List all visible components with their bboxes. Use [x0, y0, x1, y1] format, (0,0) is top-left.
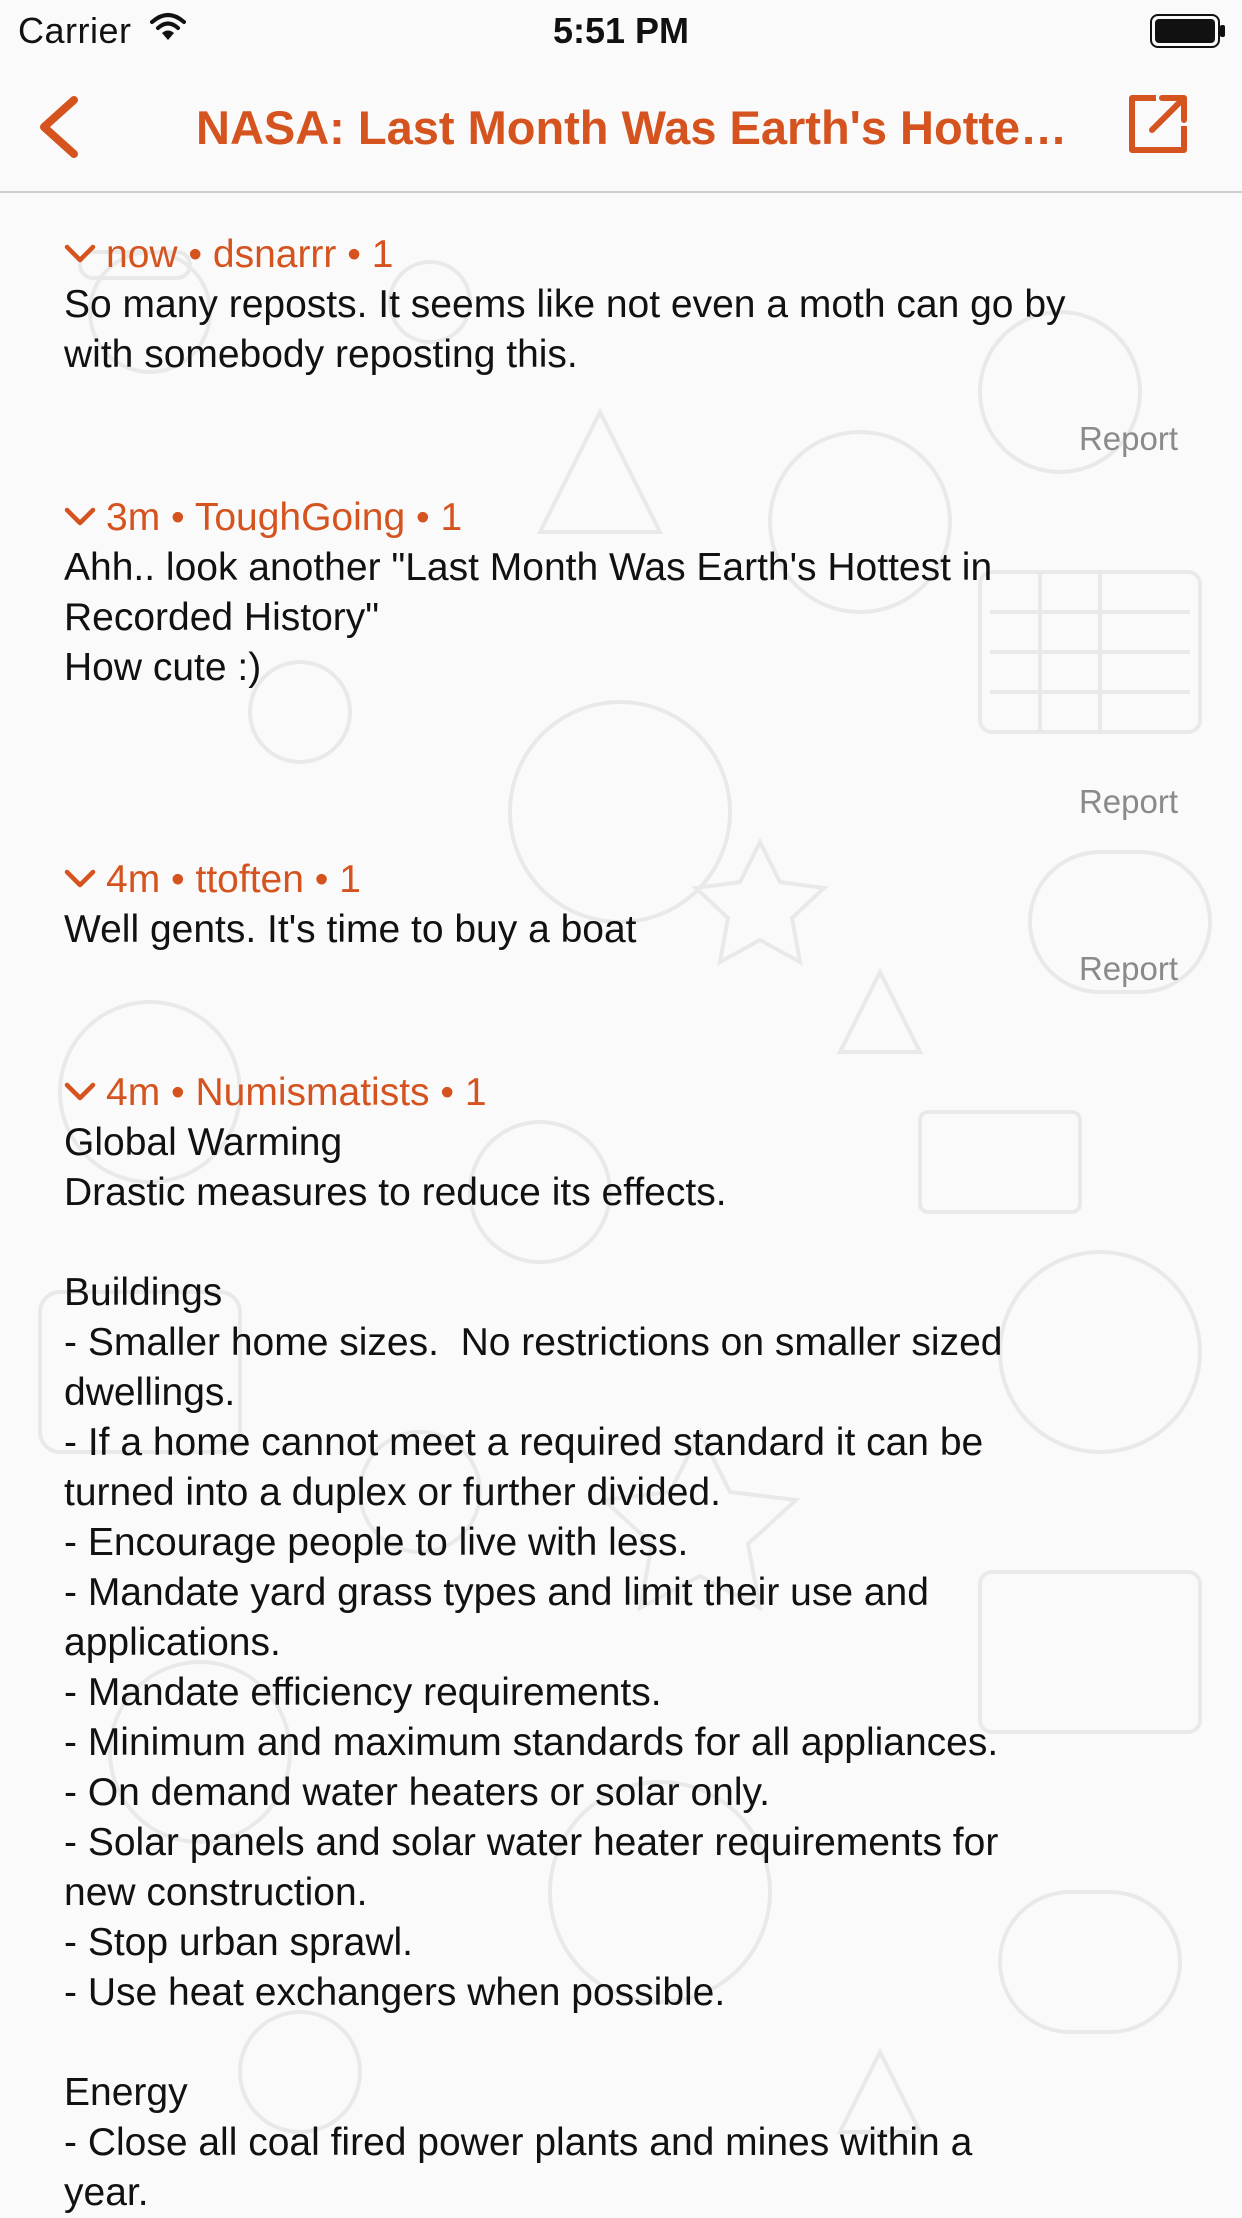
- comment-item: 4m • ttoften • 1 Well gents. It's time t…: [64, 855, 1178, 1045]
- comment-author[interactable]: ToughGoing: [195, 496, 405, 539]
- comment-line: - Mandate yard grass types and limit the…: [64, 1571, 929, 1614]
- comment-header[interactable]: now • dsnarrr • 1: [64, 230, 1178, 280]
- comment-author[interactable]: Numismatists: [196, 1071, 430, 1114]
- chevron-down-icon[interactable]: [64, 506, 96, 528]
- comment-line: Energy: [64, 2071, 188, 2114]
- comment-score: 1: [440, 496, 463, 539]
- comment-line: - Use heat exchangers when possible.: [64, 1971, 726, 2014]
- comment-line: - Stop urban sprawl.: [64, 1921, 414, 1964]
- comment-item: 3m • ToughGoing • 1 Ahh.. look another "…: [64, 493, 1178, 833]
- comment-time: 4m: [106, 858, 161, 901]
- report-button[interactable]: Report: [1079, 950, 1178, 988]
- comment-line: dwellings.: [64, 1371, 236, 1414]
- comment-time: now: [106, 233, 178, 276]
- comment-item: now • dsnarrr • 1 So many reposts. It se…: [64, 230, 1178, 470]
- comment-author[interactable]: ttoften: [196, 858, 304, 901]
- comment-body: So many reposts. It seems like not even …: [64, 280, 1178, 380]
- comment-score: 1: [464, 1071, 487, 1114]
- comment-line: How cute :): [64, 646, 262, 689]
- comment-line: - Minimum and maximum standards for all …: [64, 1721, 999, 1764]
- comment-line: turned into a duplex or further divided.: [64, 1471, 721, 1514]
- comment-line: [64, 1218, 1178, 1268]
- comment-line: [64, 2018, 1178, 2068]
- comment-author[interactable]: dsnarrr: [213, 233, 337, 276]
- comment-line: - Close all coal fired power plants and …: [64, 2121, 973, 2164]
- comment-line: Buildings: [64, 1271, 223, 1314]
- comment-body: Global Warming Drastic measures to reduc…: [64, 1118, 1178, 2218]
- comment-line: with somebody reposting this.: [64, 333, 578, 376]
- comment-line: - Solar panels and solar water heater re…: [64, 1821, 999, 1864]
- report-button[interactable]: Report: [1079, 783, 1178, 821]
- comment-line: - Encourage people to live with less.: [64, 1521, 689, 1564]
- comment-time: 3m: [106, 496, 161, 539]
- chevron-down-icon[interactable]: [64, 1081, 96, 1103]
- comment-line: applications.: [64, 1621, 281, 1664]
- comment-line: new construction.: [64, 1871, 368, 1914]
- comment-time: 4m: [106, 1071, 161, 1114]
- comment-score: 1: [339, 858, 361, 901]
- comment-line: - If a home cannot meet a required stand…: [64, 1421, 984, 1464]
- comment-body: Ahh.. look another "Last Month Was Earth…: [64, 543, 1178, 693]
- comment-line: Global Warming: [64, 1121, 343, 1164]
- report-button[interactable]: Report: [1079, 420, 1178, 458]
- battery-icon: [1150, 14, 1225, 48]
- comment-line: - Mandate efficiency requirements.: [64, 1671, 662, 1714]
- comment-line: year.: [64, 2171, 149, 2214]
- comment-score: 1: [371, 233, 394, 276]
- comment-line: - On demand water heaters or solar only.: [64, 1771, 770, 1814]
- navigation-bar: NASA: Last Month Was Earth's Hottest in …: [0, 62, 1242, 193]
- page-title: NASA: Last Month Was Earth's Hottest in …: [196, 101, 1076, 154]
- comment-line: Drastic measures to reduce its effects.: [64, 1171, 727, 1214]
- comment-line: Well gents. It's time to buy a boat: [64, 908, 637, 951]
- chevron-down-icon[interactable]: [64, 868, 96, 890]
- comment-line: So many reposts. It seems like not even …: [64, 283, 1066, 326]
- status-time: 5:51 PM: [552, 10, 690, 51]
- external-link-icon[interactable]: [1126, 92, 1190, 156]
- chevron-left-icon[interactable]: [30, 92, 90, 162]
- comment-item: 4m • Numismatists • 1 Global Warming Dra…: [64, 1068, 1178, 2218]
- comment-header[interactable]: 4m • ttoften • 1: [64, 855, 1178, 905]
- comment-line: Ahh.. look another "Last Month Was Earth…: [64, 546, 993, 589]
- comment-header[interactable]: 4m • Numismatists • 1: [64, 1068, 1178, 1118]
- comment-line: - Smaller home sizes. No restrictions on…: [64, 1321, 1003, 1364]
- chevron-down-icon[interactable]: [64, 243, 96, 265]
- comment-header[interactable]: 3m • ToughGoing • 1: [64, 493, 1178, 543]
- comment-line: Recorded History": [64, 596, 380, 639]
- status-bar: Carrier 5:51 PM: [0, 0, 1242, 62]
- comment-body: Well gents. It's time to buy a boat: [64, 905, 1178, 955]
